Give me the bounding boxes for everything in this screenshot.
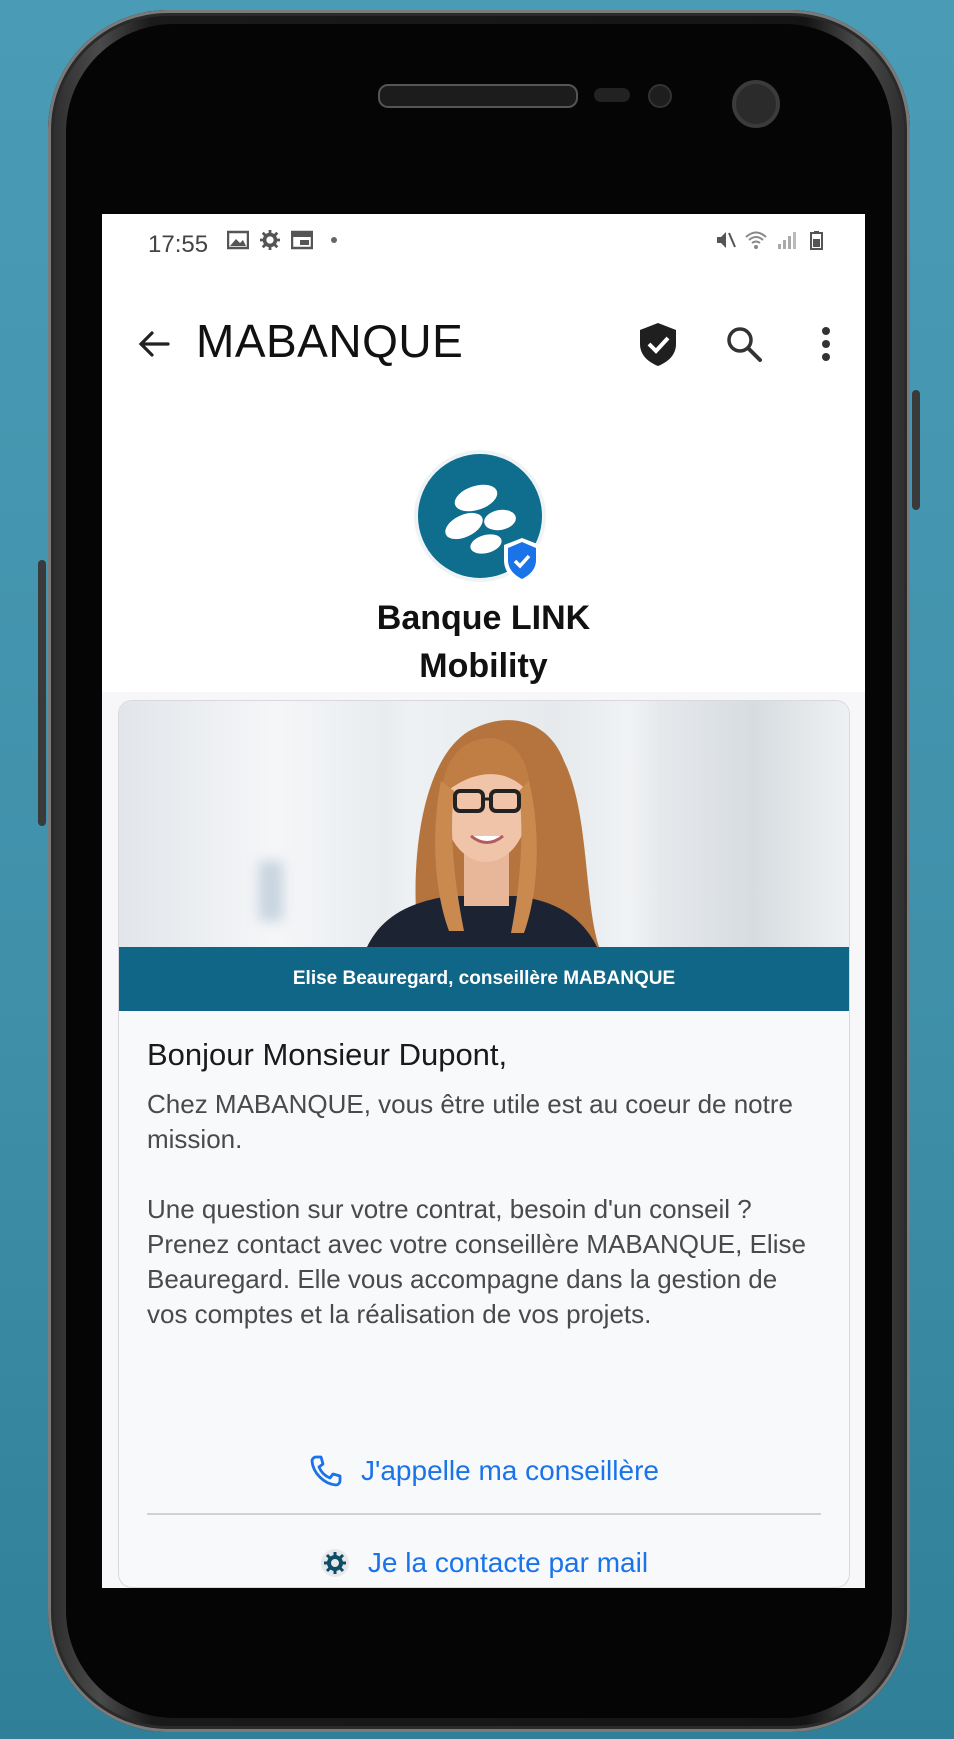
action-divider <box>147 1513 821 1515</box>
gear-icon <box>320 1549 349 1577</box>
phone-screen: 17:55 MABANQUE Banque LINK Mobility Elis… <box>102 214 865 1588</box>
phone-sensor-dot <box>648 84 672 108</box>
mute-icon <box>717 232 736 248</box>
status-bar: 17:55 <box>102 214 865 270</box>
gear-icon <box>260 230 280 250</box>
page-title: MABANQUE <box>196 315 464 367</box>
email-advisor-label: Je la contacte par mail <box>367 1547 649 1578</box>
advisor-photo <box>119 701 849 947</box>
verified-badge-icon <box>504 538 540 584</box>
status-time: 17:55 <box>148 231 209 258</box>
calendar-icon <box>291 230 313 250</box>
more-vert-icon[interactable] <box>808 322 844 366</box>
photo-caption: Elise Beauregard, conseillère MABANQUE <box>119 947 849 1011</box>
call-advisor-label: J'appelle ma conseillère <box>361 1455 659 1486</box>
phone-side-button-left <box>38 560 46 826</box>
phone-sensor <box>594 88 630 102</box>
card-greeting: Bonjour Monsieur Dupont, <box>147 1037 508 1072</box>
email-advisor-button[interactable]: Je la contacte par mail <box>119 1523 849 1587</box>
phone-icon <box>310 1455 342 1487</box>
phone-side-button-right <box>912 390 920 510</box>
signal-icon <box>778 232 796 249</box>
back-arrow-icon[interactable] <box>134 324 174 364</box>
phone-speaker <box>378 84 578 108</box>
card-body: Bonjour Monsieur Dupont, Chez MABANQUE, … <box>147 1037 821 1332</box>
card-paragraph-2: Une question sur votre contrat, besoin d… <box>147 1194 806 1329</box>
business-name-line2: Mobility <box>419 647 548 685</box>
call-advisor-button[interactable]: J'appelle ma conseillère <box>119 1431 849 1511</box>
app-bar: MABANQUE <box>102 304 865 384</box>
front-camera <box>732 80 780 128</box>
business-logo[interactable] <box>418 454 548 584</box>
search-icon[interactable] <box>722 322 766 366</box>
image-icon <box>227 230 249 250</box>
advisor-portrait <box>367 720 599 947</box>
wifi-icon <box>745 231 767 249</box>
card-paragraph-1: Chez MABANQUE, vous être utile est au co… <box>147 1089 793 1154</box>
battery-icon <box>810 231 823 250</box>
rich-card: Elise Beauregard, conseillère MABANQUE B… <box>118 700 850 1588</box>
dot-icon <box>331 237 337 243</box>
business-name-line1: Banque LINK <box>376 599 591 637</box>
verified-shield-icon[interactable] <box>636 320 680 368</box>
